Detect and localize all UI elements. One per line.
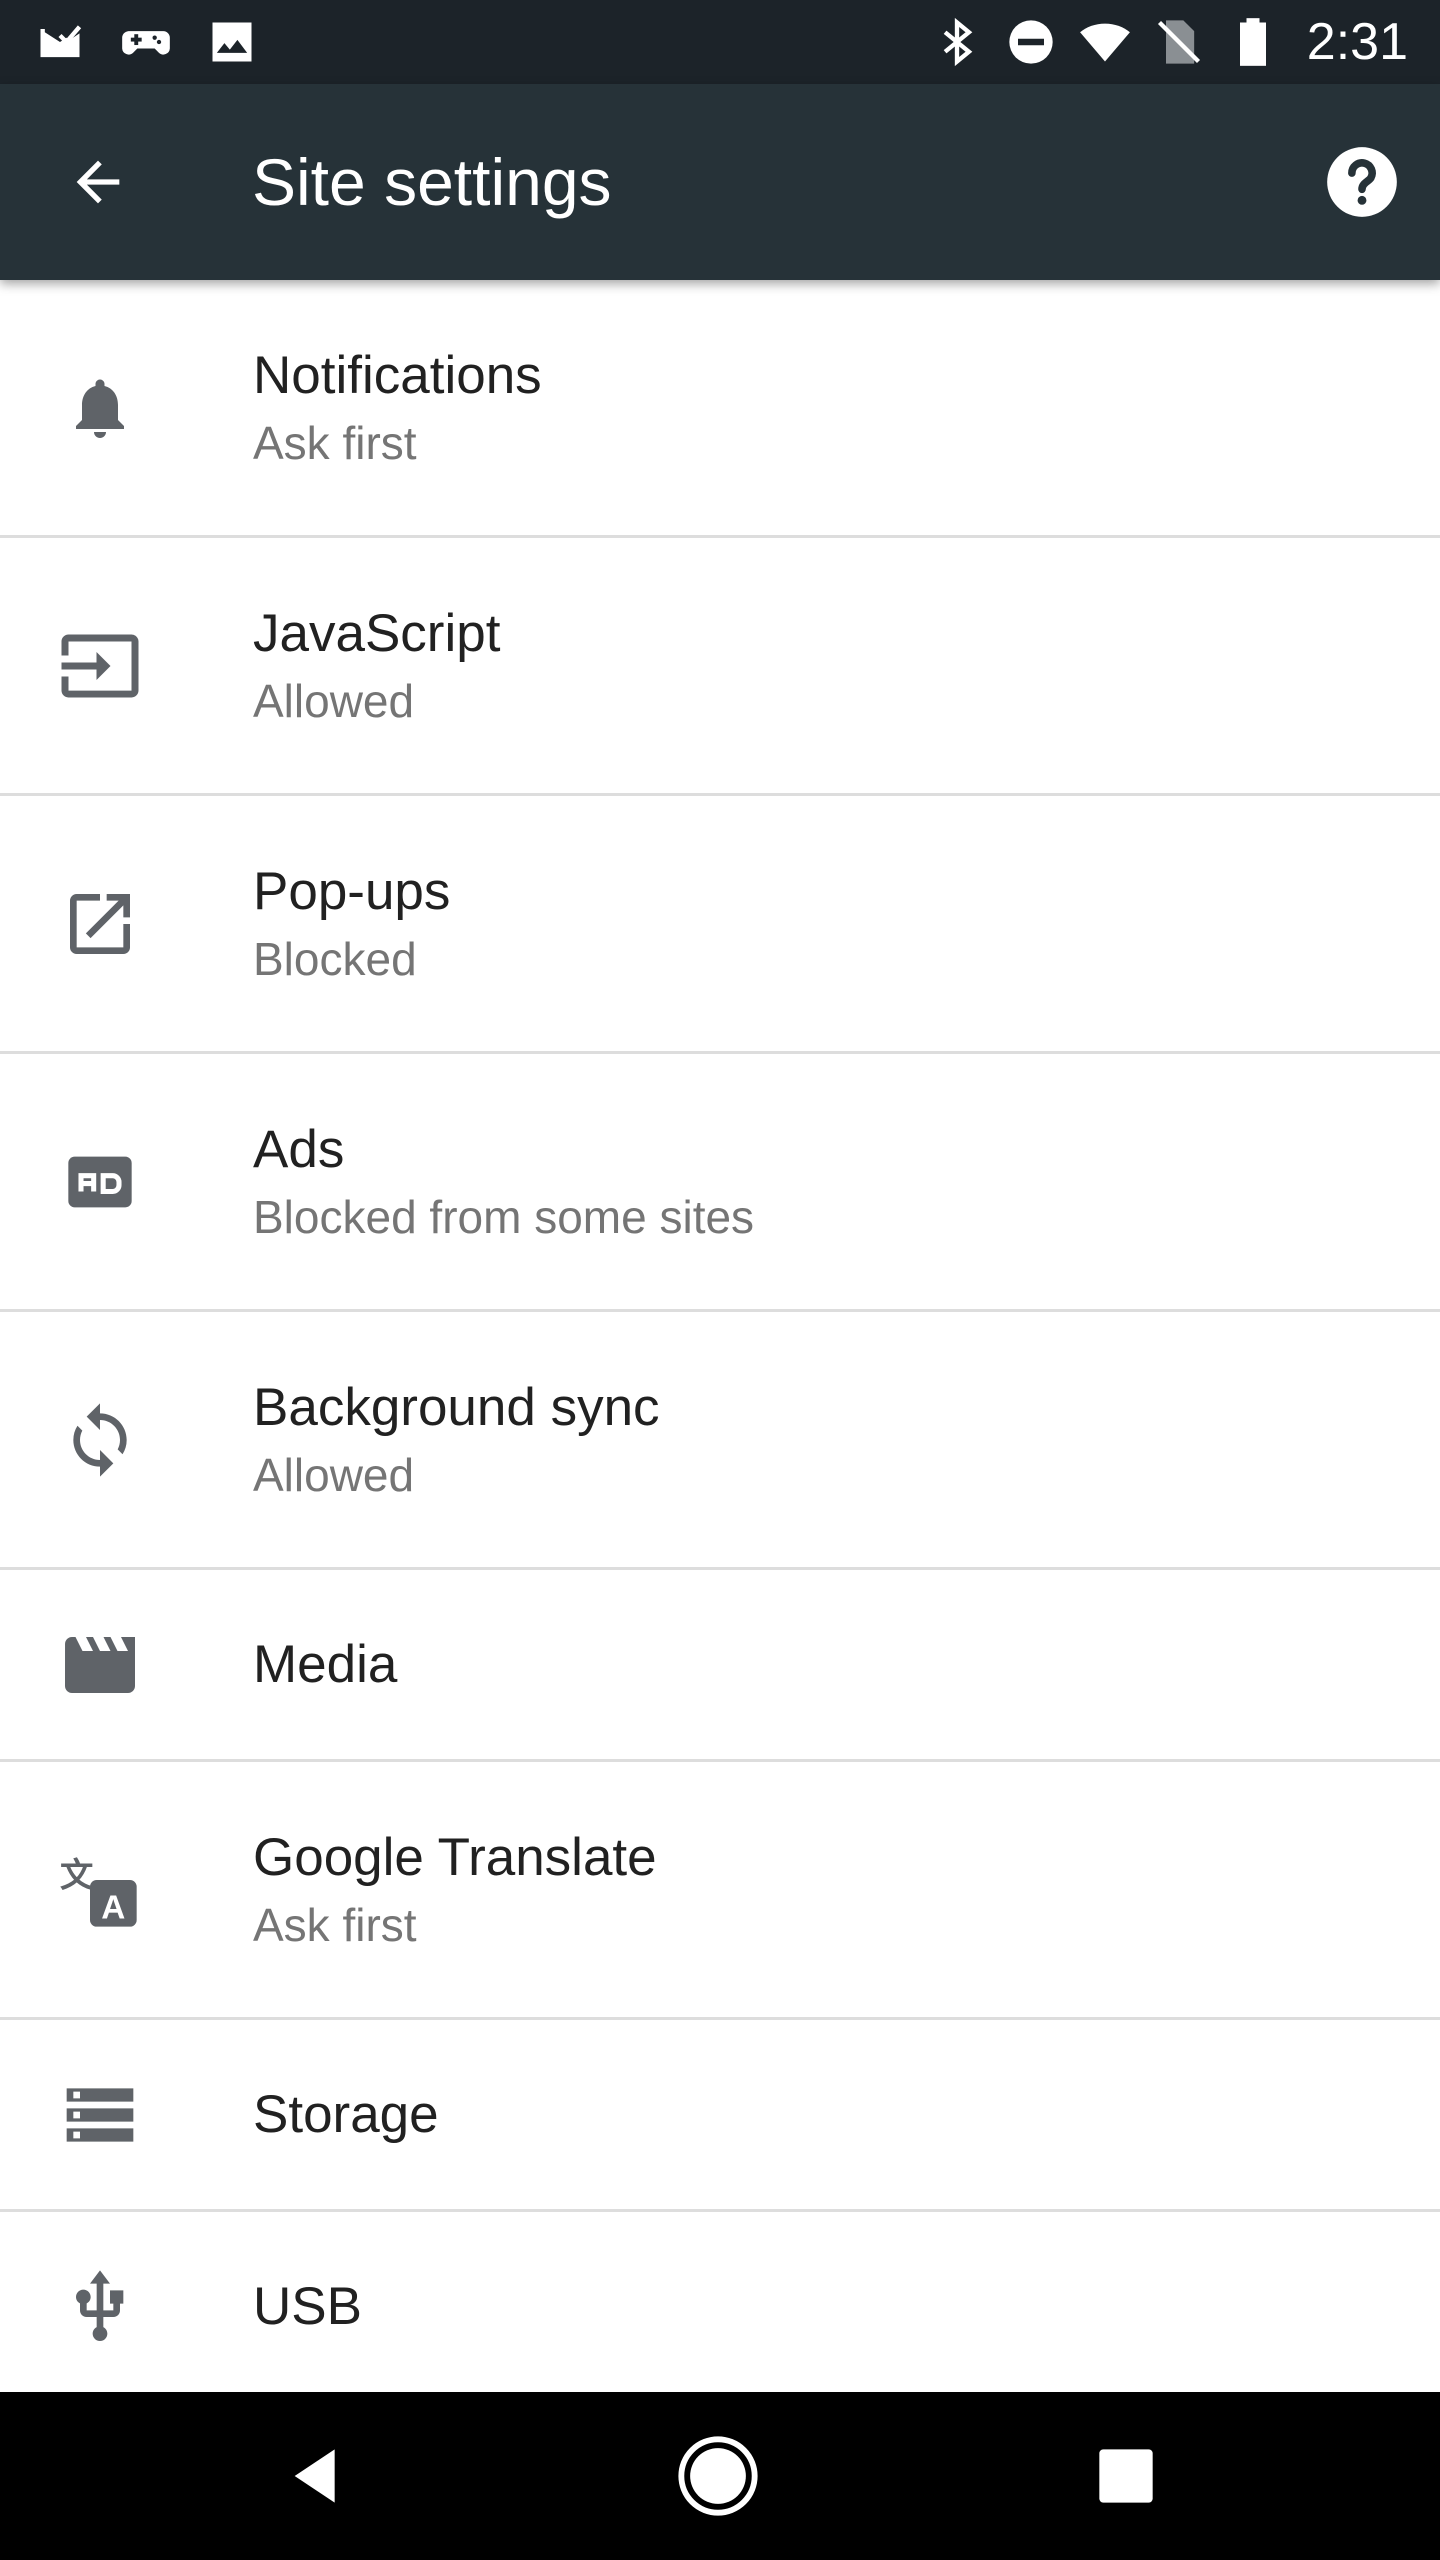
javascript-icon (50, 616, 150, 716)
storage-icon (50, 2065, 150, 2165)
help-button[interactable] (1320, 140, 1404, 224)
setting-title: Storage (253, 2084, 439, 2144)
svg-text:文: 文 (60, 1855, 94, 1894)
translate-icon: A 文 (50, 1840, 150, 1940)
setting-title: Notifications (253, 345, 542, 405)
wifi-icon (1079, 23, 1130, 62)
setting-subtitle: Ask first (253, 416, 417, 469)
setting-google-translate[interactable]: A 文 Google Translate Ask first (0, 1762, 1440, 2020)
bluetooth-icon (943, 17, 973, 67)
setting-notifications[interactable]: Notifications Ask first (0, 280, 1440, 538)
setting-popups[interactable]: Pop-ups Blocked (0, 796, 1440, 1054)
game-controller-icon (122, 31, 170, 55)
clock: 2:31 (1306, 13, 1408, 71)
setting-title: Pop-ups (253, 861, 451, 921)
sync-icon (50, 1390, 150, 1490)
settings-list: Notifications Ask first JavaScript Allow… (0, 280, 1440, 2404)
arrow-back-icon (76, 160, 120, 204)
setting-media[interactable]: Media (0, 1570, 1440, 1762)
setting-title: Google Translate (253, 1827, 657, 1887)
page-title: Site settings (252, 145, 612, 219)
setting-subtitle: Allowed (253, 1448, 415, 1501)
setting-background-sync[interactable]: Background sync Allowed (0, 1312, 1440, 1570)
nav-home-button[interactable] (668, 2426, 768, 2526)
setting-subtitle: Blocked from some sites (253, 1190, 755, 1243)
setting-javascript[interactable]: JavaScript Allowed (0, 538, 1440, 796)
media-icon (50, 1615, 150, 1715)
help-icon (1327, 147, 1397, 217)
back-button[interactable] (56, 140, 140, 224)
app-bar: Site settings (0, 84, 1440, 280)
navigation-bar (0, 2392, 1440, 2560)
nav-recents-icon (1099, 2449, 1153, 2503)
setting-subtitle: Allowed (253, 674, 415, 727)
bell-icon (50, 358, 150, 458)
setting-subtitle: Ask first (253, 1898, 417, 1951)
nav-recents-button[interactable] (1076, 2426, 1176, 2526)
svg-text:A: A (101, 1889, 125, 1926)
setting-ads[interactable]: Ads Blocked from some sites (0, 1054, 1440, 1312)
ads-icon (50, 1132, 150, 1232)
usb-icon (50, 2257, 150, 2357)
open-in-new-icon (50, 874, 150, 974)
setting-title: Ads (253, 1119, 345, 1179)
nav-back-button[interactable] (266, 2426, 366, 2526)
system-icons: 2:31 (931, 12, 1408, 72)
do-not-disturb-icon (1009, 20, 1053, 64)
battery-icon (1239, 18, 1266, 66)
setting-title: Media (253, 1634, 398, 1694)
setting-storage[interactable]: Storage (0, 2020, 1440, 2212)
setting-title: USB (253, 2276, 362, 2336)
setting-title: JavaScript (253, 603, 501, 663)
nav-home-icon (678, 2436, 758, 2516)
setting-usb[interactable]: USB (0, 2212, 1440, 2404)
mail-check-icon (40, 25, 82, 58)
setting-title: Background sync (253, 1377, 660, 1437)
image-icon (212, 22, 252, 62)
nav-back-icon (294, 2449, 335, 2503)
no-sim-icon (1157, 20, 1200, 64)
setting-subtitle: Blocked (253, 932, 417, 985)
status-bar: 2:31 (0, 0, 1440, 84)
notification-icons (34, 16, 258, 68)
